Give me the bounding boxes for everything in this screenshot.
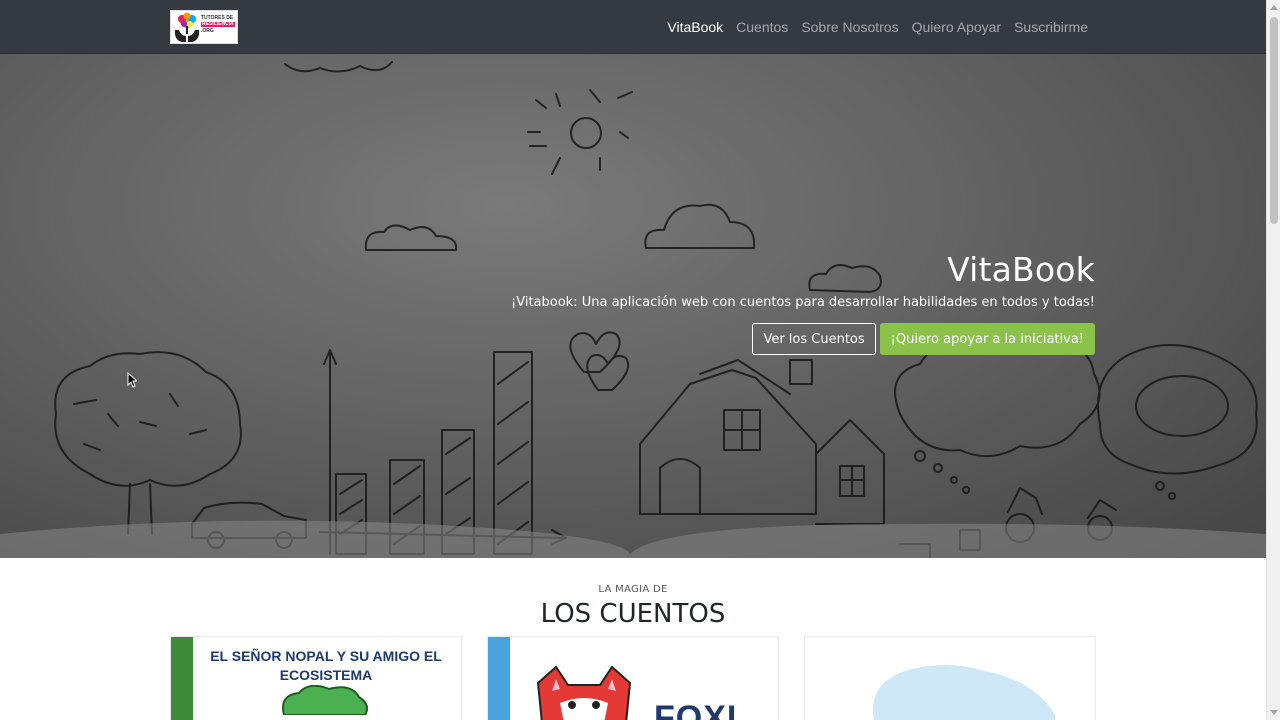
nav-links: VitaBook Cuentos Sobre Nosotros Quiero A…	[654, 0, 1088, 54]
nav-link-suscribirme[interactable]: Suscribirme	[1014, 19, 1088, 35]
card-accent-bar	[171, 637, 193, 720]
story-card-nopal[interactable]: EL SEÑOR NOPAL Y SU AMIGO EL ECOSISTEMA	[170, 636, 462, 720]
section-title: LOS CUENTOS	[540, 599, 726, 629]
page: TUTORES DE RESILIENCIA .ORG VitaBook Cue…	[0, 0, 1266, 720]
scroll-up-arrow-icon[interactable]	[1270, 5, 1278, 10]
scrollbar-thumb[interactable]	[1270, 17, 1278, 224]
section-eyebrow: LA MAGIA DE	[598, 584, 668, 595]
brand-logo[interactable]: TUTORES DE RESILIENCIA .ORG	[170, 10, 238, 44]
nav-link-quiero-apoyar[interactable]: Quiero Apoyar	[912, 19, 1002, 35]
fox-illustration-icon	[536, 665, 632, 720]
navbar: TUTORES DE RESILIENCIA .ORG VitaBook Cue…	[0, 0, 1266, 54]
tree-hands-logo-icon	[174, 12, 200, 42]
card-accent-bar	[488, 637, 510, 720]
hero-title: VitaBook	[947, 250, 1095, 289]
vertical-scrollbar[interactable]	[1266, 0, 1280, 720]
hero-subtitle: ¡Vitabook: Una aplicación web con cuento…	[511, 295, 1095, 310]
blob-illustration-icon	[873, 665, 1055, 720]
nav-link-vitabook[interactable]: VitaBook	[667, 19, 723, 35]
story-card-title: FOXI	[654, 699, 738, 720]
scroll-down-arrow-icon[interactable]	[1270, 710, 1278, 715]
hero-buttons: Ver los Cuentos ¡Quiero apoyar a la inic…	[511, 323, 1095, 355]
story-card-title: EL SEÑOR NOPAL Y SU AMIGO EL ECOSISTEMA	[210, 648, 442, 683]
cactus-bush-illustration-icon	[282, 685, 368, 715]
story-cards: EL SEÑOR NOPAL Y SU AMIGO EL ECOSISTEMA …	[170, 636, 1096, 720]
hero-content: VitaBook ¡Vitabook: Una aplicación web c…	[511, 250, 1095, 355]
logo-line-3: .ORG	[201, 28, 214, 34]
story-card-foxi[interactable]: FOXI	[487, 636, 779, 720]
hero-banner: VitaBook ¡Vitabook: Una aplicación web c…	[0, 54, 1266, 558]
apoyar-iniciativa-button[interactable]: ¡Quiero apoyar a la iniciativa!	[879, 323, 1095, 355]
nav-link-cuentos[interactable]: Cuentos	[736, 19, 788, 35]
mouse-cursor-icon	[127, 372, 137, 388]
logo-line-2: RESILIENCIA	[201, 21, 235, 28]
nav-link-sobre-nosotros[interactable]: Sobre Nosotros	[801, 19, 898, 35]
story-card-third[interactable]	[804, 636, 1096, 720]
ver-cuentos-button[interactable]: Ver los Cuentos	[752, 323, 876, 355]
